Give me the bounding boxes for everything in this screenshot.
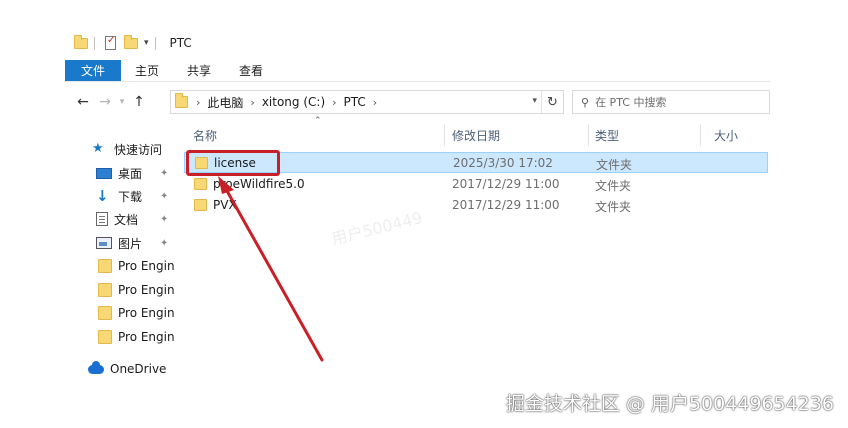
- footer-watermark: 掘金技术社区 @ 用户500449654236: [505, 393, 834, 415]
- arrow-shaft: [220, 180, 324, 362]
- arrow-head: [218, 176, 234, 194]
- annotation-arrow: [218, 176, 324, 362]
